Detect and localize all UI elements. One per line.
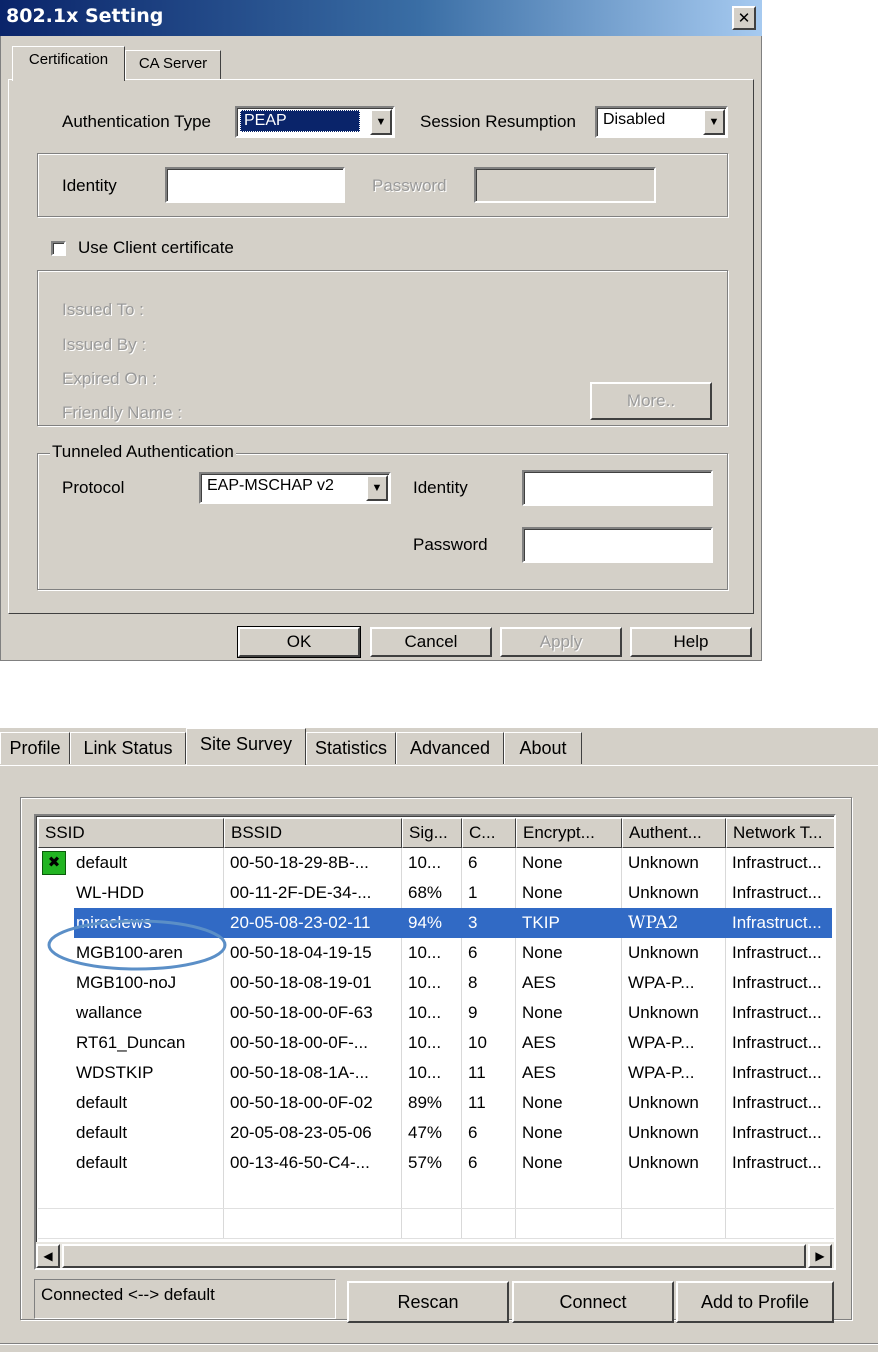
close-icon: ✕ [737, 10, 751, 27]
site-survey-panel [0, 765, 878, 1352]
cancel-button[interactable]: Cancel [370, 627, 492, 657]
close-button[interactable]: ✕ [732, 6, 756, 30]
tab-statistics[interactable]: Statistics [306, 732, 396, 764]
dialog-title: 802.1x Setting [6, 5, 164, 27]
tab-ca-server[interactable]: CA Server [125, 50, 221, 80]
tab-advanced[interactable]: Advanced [396, 732, 504, 764]
tab-site-survey[interactable]: Site Survey [186, 728, 306, 765]
certification-panel [8, 79, 754, 614]
apply-button[interactable]: Apply [500, 627, 622, 657]
ok-button[interactable]: OK [237, 626, 361, 658]
tab-link-status[interactable]: Link Status [70, 732, 186, 764]
tab-certification[interactable]: Certification [12, 46, 125, 81]
tab-profile[interactable]: Profile [0, 732, 70, 764]
help-button[interactable]: Help [630, 627, 752, 657]
tab-about[interactable]: About [504, 732, 582, 764]
